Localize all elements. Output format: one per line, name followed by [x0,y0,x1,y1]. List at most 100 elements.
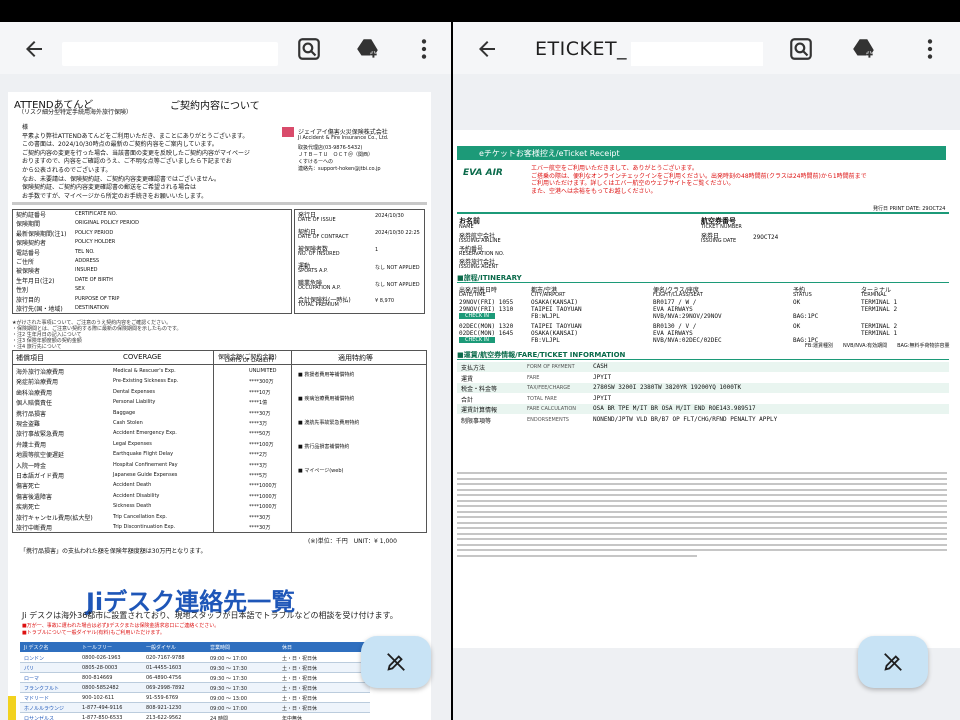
segment-arr-city: OSAKA(KANSAI) [531,330,578,337]
fine-print-line [457,554,697,557]
segment-flight: BR0130 / V / [653,323,697,330]
coverage-item-ja: 日本語ガイド費用 [16,473,65,480]
coverage-unit: (※)単位：千円 UNIT：¥ 1,000 [308,538,397,545]
desk-table-header: Ji デスク名 トールフリー 一般ダイヤル 営業時間 休日 [20,642,370,652]
info-label: 被保険者 [16,268,41,276]
contact-line: 連絡先：support-hoken@jtbi.co.jp [298,166,381,172]
issue-value: なし NOT APPLIED [375,282,420,288]
contact-line: くすけるーへの [298,159,334,165]
desk-cell: 1-877-850-6533 [82,715,123,720]
rider-item: ■ マイページ(web) [298,468,344,474]
more-vert-icon[interactable] [411,36,437,62]
info-label: 旅行先(国・地域) [16,306,63,313]
fine-print-line [457,483,947,485]
desk-cell: マドリード [24,696,50,702]
desk-cell: 0800-026-1963 [82,655,121,661]
edit-fab[interactable] [361,636,431,688]
info-label-en: ORIGINAL POLICY PERIOD [75,220,139,227]
desk-row: ロサンゼルス 1-877-850-6533 213-622-9562 24 時間 年中無… [20,713,370,720]
info-label: 生年月日(注2) [16,277,55,285]
desk-cell: 09:30 ～ 17:30 [210,686,247,692]
desk-cell: ローマ [24,676,40,682]
checkin-badge: CHECK IN [459,313,495,319]
back-arrow-icon[interactable] [475,37,499,61]
coverage-table: 補償項目 COVERAGE 保険金額(ご契約金額) LIMITS OF LIAB… [12,350,427,533]
fare-label: 支払方法 [461,365,486,372]
coverage-limit: ****10万 [249,389,271,396]
coverage-col-line [213,351,214,532]
more-vert-icon[interactable] [917,36,943,62]
coverage-limit: ****100万 [249,441,274,448]
desk-col-header: 休日 [282,645,293,651]
desk-col-header: 一般ダイヤル [146,645,176,651]
issue-value: 2024/10/30 [375,213,404,219]
ticket-no-label-en: TICKET NUMBER [701,224,742,230]
coverage-limit: ****300万 [249,379,274,386]
coverage-item-en: Accident Emergency Exp. [113,430,177,437]
segment-carrier: EVA AIRWAYS [653,330,693,337]
edit-off-icon [387,653,405,671]
fare-value: CASH [593,363,608,370]
segment-arr-terminal: TERMINAL 2 [861,306,898,313]
coverage-col-ja: 補償項目 [16,354,44,362]
desk-cell: 土・日・祝日休 [282,666,318,672]
doc-title-right: ご契約内容について [170,101,260,112]
doc-subtitle-left: （リスク細分型特定手続用海外旅行保険） [18,109,133,116]
issue-label-en: NO. OF INSURED [298,251,340,257]
coverage-item-en: Sickness Death [113,503,152,510]
coverage-item-ja: 地震等航空便遅延 [16,452,65,460]
desk-row: ローマ 800-814669 06-4890-4756 09:30 ～ 17:30 土・… [20,673,370,683]
coverage-limit: ****1000万 [249,504,277,511]
coverage-item-ja: 現金盗難 [16,421,41,428]
right-toolbar: ETICKET_ [453,22,960,74]
fine-print-line [457,532,947,535]
coverage-item-en: Hospital Confinement Pay [113,461,178,468]
fare-value: NONEND/JPTW VLD BR/B7 OP FLT/CHG/RFND PE… [593,415,778,423]
fare-label: 運賃計算情報 [461,407,498,414]
desk-col-header: 営業時間 [210,645,231,651]
print-date: 発行日 PRINT DATE: 29OCT24 [873,206,946,212]
rider-item: ■ 疾病治療費用補償特約 [298,396,355,402]
coverage-limit: ****3万 [249,462,268,469]
desk-cell: 年中無休 [282,716,303,720]
document-page-1: ATTENDあてんど （リスク細分型特定手続用海外旅行保険） ご契約内容について… [8,92,431,562]
fare-value: 2780SW 3200I 2380TW 3820YR 19200YQ 1000T… [593,384,742,391]
issue-label-en: SPORTS A.P. [298,268,328,274]
fare-label: 運賃 [461,375,474,383]
segment-bag: BAG:1PC [793,313,819,320]
coverage-item-ja: 歯科治療費用 [16,389,53,397]
info-label-en: DATE OF BIRTH [75,276,113,283]
coverage-limit: ****5万 [249,473,268,479]
coverage-limit: ****1億 [249,400,268,407]
info-label-en: DESTINATION [75,305,109,311]
fine-print-line [457,538,947,540]
segment-arr-terminal: TERMINAL 1 [861,330,898,337]
desk-cell: フランクフルト [24,686,60,692]
edit-fab[interactable] [858,636,928,688]
fine-print-line [457,477,947,480]
drive-add-icon[interactable] [355,36,381,62]
drive-add-icon[interactable] [851,36,877,62]
info-label-en: INSURED [75,267,98,274]
desk-warning-1: ■万が一、事故に遭われた場合は必ずJiデスクまたは保険金請求窓口にご連絡ください… [22,623,220,629]
contact-line: ＪＴＢ－ＴＵ ＯＣＴ＠（関西） [298,152,374,158]
fare-label-en: ENDORSEMENTS [527,416,569,423]
segment-nvb: NVB/NVA:02DEC/02DEC [653,337,722,344]
edit-off-icon [884,653,902,671]
fine-print-line [457,472,947,474]
back-arrow-icon[interactable] [22,37,46,61]
lens-search-icon[interactable] [788,36,814,62]
coverage-item-ja: 傷害死亡 [16,483,41,491]
fare-label-en: TOTAL FARE [527,395,557,402]
contact-line: 取扱代理店(03-9876-5432) [298,145,363,151]
desk-cell: 09:30 ～ 17:30 [210,676,247,682]
fare-label-en: FARE CALCULATION [527,406,577,412]
fare-label: 制限事項等 [461,417,492,425]
coverage-item-en: Trip Cancellation Exp. [113,513,167,520]
lens-search-icon[interactable] [296,36,322,62]
desk-cell: 土・日・祝日休 [282,656,318,662]
coverage-limit: ****30万 [249,525,271,531]
segment-flight: BR0177 / W / [653,299,697,306]
desk-cell: 0805-28-0003 [82,665,118,671]
rider-item: ■ 携行品損害補償特約 [298,444,350,450]
